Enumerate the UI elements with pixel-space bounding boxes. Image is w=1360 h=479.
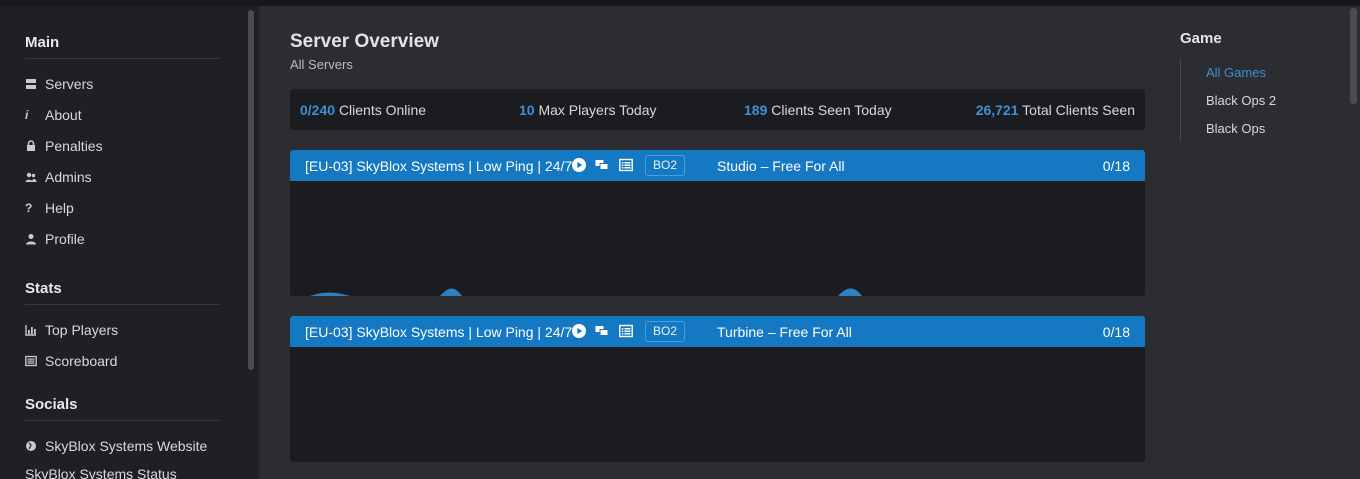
play-icon[interactable] (572, 158, 586, 172)
question-icon: ? (25, 200, 33, 215)
page-title: Server Overview (290, 31, 439, 52)
sidebar-item-profile[interactable]: Profile (25, 223, 220, 254)
info-icon: i (25, 107, 29, 122)
sidebar-item-top-players[interactable]: Top Players (25, 314, 220, 345)
nav-heading-main: Main (25, 34, 220, 59)
play-icon[interactable] (572, 324, 586, 338)
chart-spike (838, 288, 862, 296)
sidebar-item-label: SkyBlox Systems Status (25, 466, 177, 479)
bar-chart-icon (25, 324, 45, 336)
nav-section-main: Main Servers i About Penalties Admins ? … (25, 34, 220, 254)
chart-spike (310, 292, 350, 296)
server-icon (25, 78, 45, 90)
nav-heading-socials: Socials (25, 396, 220, 421)
sidebar-item-help[interactable]: ? Help (25, 192, 220, 223)
sidebar-item-admins[interactable]: Admins (25, 161, 220, 192)
game-filter-black-ops-2[interactable]: Black Ops 2 (1206, 87, 1276, 115)
chart-spike (440, 288, 462, 296)
sidebar-item-label: Scoreboard (45, 352, 118, 369)
game-filter-heading: Game (1180, 30, 1222, 47)
sidebar-item-penalties[interactable]: Penalties (25, 130, 220, 161)
game-badge: BO2 (645, 155, 686, 176)
stat-max-players: 10 Max Players Today (519, 102, 656, 118)
sidebar-item-website[interactable]: SkyBlox Systems Website (25, 430, 220, 461)
game-filter-all[interactable]: All Games (1206, 59, 1276, 87)
game-filter-black-ops[interactable]: Black Ops (1206, 115, 1276, 143)
page-subtitle: All Servers (290, 57, 353, 72)
nav-section-socials: Socials SkyBlox Systems Website SkyBlox … (25, 396, 220, 479)
lock-icon (25, 139, 45, 152)
sidebar-scrollbar[interactable] (248, 10, 254, 370)
server-player-count: 0/18 (1102, 324, 1130, 340)
sidebar-item-label: Top Players (45, 321, 119, 338)
sidebar-item-label: Penalties (45, 137, 103, 154)
nav-section-stats: Stats Top Players Scoreboard (25, 280, 220, 376)
sidebar: Main Servers i About Penalties Admins ? … (0, 6, 258, 479)
stat-value: 189 (744, 102, 768, 118)
stat-label: Clients Seen Today (771, 102, 892, 118)
sidebar-item-label: SkyBlox Systems Website (45, 437, 208, 454)
list-icon (25, 355, 45, 367)
sidebar-item-label: Admins (45, 168, 92, 185)
server-name: [EU-03] SkyBlox Systems | Low Ping | 24/… (305, 158, 573, 174)
stat-value: 0/240 (300, 102, 336, 118)
users-icon (25, 171, 45, 183)
sidebar-item-label: Profile (45, 230, 85, 247)
server-map: Studio – Free For All (717, 158, 845, 174)
stat-total-seen: 26,721 Total Clients Seen (976, 102, 1135, 118)
stat-clients-online: 0/240 Clients Online (300, 102, 426, 118)
globe-icon (25, 440, 45, 452)
nav-heading-stats: Stats (25, 280, 220, 305)
player-history-chart (290, 347, 1145, 462)
stat-value: 10 (519, 102, 535, 118)
stat-label: Clients Online (338, 102, 427, 118)
sidebar-divider (258, 6, 260, 479)
server-map: Turbine – Free For All (717, 324, 852, 340)
sidebar-item-label: Servers (45, 75, 94, 92)
player-history-graph (310, 288, 862, 296)
chat-icon[interactable] (595, 324, 609, 338)
page-scrollbar[interactable] (1350, 8, 1357, 104)
sidebar-item-servers[interactable]: Servers (25, 68, 220, 99)
game-filter-list: All Games Black Ops 2 Black Ops (1180, 59, 1276, 141)
stat-label: Max Players Today (538, 102, 657, 118)
user-icon (25, 233, 45, 245)
chat-icon[interactable] (595, 158, 609, 172)
sidebar-item-status[interactable]: SkyBlox Systems Status (25, 461, 220, 479)
list-icon[interactable] (619, 324, 633, 338)
server-header[interactable]: [EU-03] SkyBlox Systems | Low Ping | 24/… (290, 150, 1145, 181)
sidebar-item-label: About (45, 106, 82, 123)
stat-label: Total Clients Seen (1022, 102, 1135, 118)
stat-seen-today: 189 Clients Seen Today (744, 102, 892, 118)
stat-value: 26,721 (975, 102, 1019, 118)
list-icon[interactable] (619, 158, 633, 172)
sidebar-item-label: Help (45, 199, 74, 216)
server-name: [EU-03] SkyBlox Systems | Low Ping | 24/… (305, 324, 573, 340)
stats-bar: 0/240 Clients Online 10 Max Players Toda… (290, 89, 1145, 130)
server-player-count: 0/18 (1102, 158, 1130, 174)
sidebar-item-scoreboard[interactable]: Scoreboard (25, 345, 220, 376)
player-history-chart (290, 181, 1145, 296)
sidebar-item-about[interactable]: i About (25, 99, 220, 130)
game-badge: BO2 (645, 321, 686, 342)
server-card: [EU-03] SkyBlox Systems | Low Ping | 24/… (290, 316, 1145, 462)
server-card: [EU-03] SkyBlox Systems | Low Ping | 24/… (290, 150, 1145, 296)
server-header[interactable]: [EU-03] SkyBlox Systems | Low Ping | 24/… (290, 316, 1145, 347)
